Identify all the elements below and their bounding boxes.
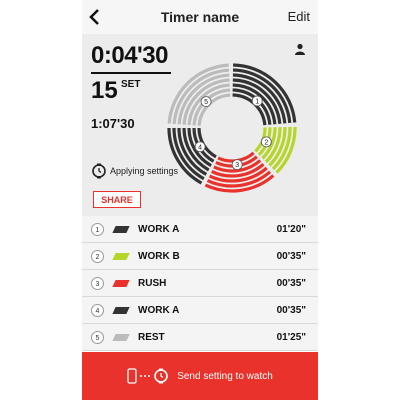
interval-color-swatch — [112, 306, 130, 314]
interval-row[interactable]: 5 REST 01'25" — [82, 324, 318, 351]
interval-time: 00'35" — [276, 277, 306, 289]
interval-row[interactable]: 1 WORK A 01'20" — [82, 216, 318, 243]
header-bar: Timer name Edit — [82, 0, 318, 34]
interval-time: 00'35" — [276, 250, 306, 262]
interval-number: 1 — [91, 222, 104, 236]
interval-number: 3 — [91, 276, 104, 290]
total-time: 0:04'30 — [91, 42, 168, 69]
interval-ring-chart: 1 2 3 4 5 — [167, 63, 297, 193]
set-count: 15 — [91, 77, 118, 104]
watch-icon — [92, 163, 106, 179]
status-text: Applying settings — [110, 166, 179, 176]
ring-segment-5: 5 — [167, 63, 231, 126]
interval-color-swatch — [112, 279, 130, 287]
ring-label: 4 — [198, 144, 202, 151]
send-icons — [127, 368, 169, 384]
send-to-watch-button[interactable]: Send setting to watch — [82, 352, 318, 400]
time-underline — [91, 72, 171, 74]
interval-name: REST — [138, 331, 165, 343]
watch-icon — [154, 368, 168, 384]
interval-time: 01'25" — [276, 331, 306, 343]
interval-time: 00'35" — [276, 304, 306, 316]
send-label: Send setting to watch — [177, 370, 273, 382]
edit-button[interactable]: Edit — [288, 9, 310, 24]
interval-number: 5 — [91, 330, 104, 344]
interval-color-swatch — [112, 252, 130, 260]
dots-icon — [140, 375, 151, 377]
ring-label: 2 — [264, 139, 268, 146]
interval-name: WORK B — [138, 250, 180, 262]
share-button[interactable]: SHARE — [93, 191, 141, 208]
interval-time: 01'20" — [276, 223, 306, 235]
ring-label: 3 — [235, 162, 239, 169]
phone-icon — [127, 368, 137, 384]
interval-color-swatch — [112, 225, 130, 233]
interval-name: RUSH — [138, 277, 167, 289]
interval-row[interactable]: 2 WORK B 00'35" — [82, 243, 318, 270]
timer-summary-panel: 0:04'30 15 SET 1:07'30 1 2 3 4 5 Applying se… — [82, 34, 318, 216]
interval-color-swatch — [112, 333, 130, 341]
ring-label: 5 — [204, 99, 208, 106]
interval-row[interactable]: 3 RUSH 00'35" — [82, 270, 318, 297]
interval-name: WORK A — [138, 304, 180, 316]
ring-label: 1 — [255, 98, 259, 105]
ring-segment-1: 1 — [232, 63, 297, 126]
sub-time: 1:07'30 — [91, 116, 135, 131]
interval-row[interactable]: 4 WORK A 00'35" — [82, 297, 318, 324]
page-title: Timer name — [160, 9, 240, 25]
set-label: SET — [121, 79, 141, 90]
applying-status: Applying settings — [91, 163, 178, 179]
user-icon[interactable] — [294, 43, 306, 55]
app-screen: Timer name Edit 0:04'30 15 SET 1:07'30 1… — [82, 0, 318, 400]
interval-number: 4 — [91, 303, 104, 317]
interval-name: WORK A — [138, 223, 180, 235]
interval-list: 1 WORK A 01'20" 2 WORK B 00'35" 3 RUSH 0… — [82, 216, 318, 351]
interval-number: 2 — [91, 249, 104, 263]
